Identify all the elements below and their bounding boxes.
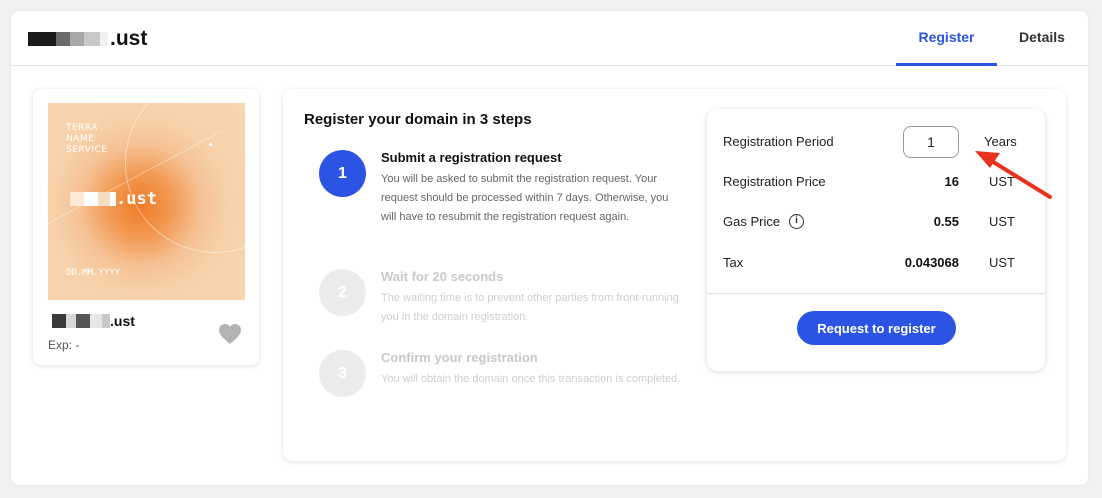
tax-label: Tax: [723, 255, 744, 270]
panel-divider: [707, 293, 1045, 294]
gas-price-unit: UST: [989, 214, 1015, 229]
tab-register[interactable]: Register: [896, 11, 997, 66]
nft-brand-text: TERRA NAME SERVICE: [66, 123, 107, 156]
page-header: .ust Register Details: [11, 11, 1088, 66]
redacted-card-name: [52, 314, 110, 328]
domain-suffix: .ust: [110, 27, 148, 50]
registration-period-unit: Years: [984, 134, 1017, 149]
card-domain-name: .ust: [52, 313, 135, 329]
step-title: Wait for 20 seconds: [381, 269, 504, 284]
step-title: Submit a registration request: [381, 150, 562, 165]
step-number: 3: [319, 350, 366, 397]
card-domain-suffix: .ust: [110, 313, 135, 329]
domain-nft-image: TERRA NAME SERVICE .ust DD.MM.YYYY: [48, 103, 245, 300]
step-description: The waiting time is to prevent other par…: [381, 292, 679, 323]
nft-brand-line: NAME: [66, 134, 95, 144]
steps-title: Register your domain in 3 steps: [304, 111, 532, 128]
registration-price-label: Registration Price: [723, 174, 826, 189]
nft-date: DD.MM.YYYY: [66, 268, 121, 278]
request-to-register-button[interactable]: Request to register: [797, 311, 956, 345]
tax-unit: UST: [989, 255, 1015, 270]
registration-price-unit: UST: [989, 174, 1015, 189]
gas-price-label: Gas Price: [723, 214, 781, 229]
step-number: 2: [319, 269, 366, 316]
domain-nft-card[interactable]: TERRA NAME SERVICE .ust DD.MM.YYYY .ust …: [33, 89, 259, 365]
registration-card: Register your domain in 3 steps 1 Submit…: [283, 89, 1066, 461]
step-number: 1: [319, 150, 366, 197]
tax-value: 0.043068: [904, 255, 959, 270]
step-description: You will obtain the domain once this tra…: [381, 373, 681, 385]
nft-brand-line: TERRA: [66, 123, 98, 133]
expiry-date: Exp: -: [48, 338, 80, 352]
step-description: You will be asked to submit the registra…: [381, 173, 669, 223]
info-icon[interactable]: i: [789, 214, 804, 229]
registration-period-label: Registration Period: [723, 134, 834, 149]
decorative-dot: [209, 143, 212, 146]
redacted-domain-name: [28, 32, 108, 46]
nft-brand-line: SERVICE: [66, 145, 108, 155]
nft-domain-name: .ust: [70, 189, 157, 209]
domain-title: .ust: [28, 27, 147, 51]
decorative-arc: [125, 103, 245, 253]
registration-price-value: 16: [944, 174, 959, 189]
step-title: Confirm your registration: [381, 350, 538, 365]
register-page-container: .ust Register Details TERRA NAME SERVICE: [11, 11, 1088, 485]
registration-period-input[interactable]: [903, 126, 959, 158]
gas-price-value: 0.55: [933, 214, 959, 229]
redacted-nft-name: [70, 192, 116, 206]
nft-domain-suffix: .ust: [116, 189, 157, 209]
tab-details[interactable]: Details: [1011, 11, 1073, 66]
heart-icon[interactable]: [218, 323, 242, 347]
registration-summary-panel: Registration Period Years Registration P…: [707, 109, 1045, 371]
